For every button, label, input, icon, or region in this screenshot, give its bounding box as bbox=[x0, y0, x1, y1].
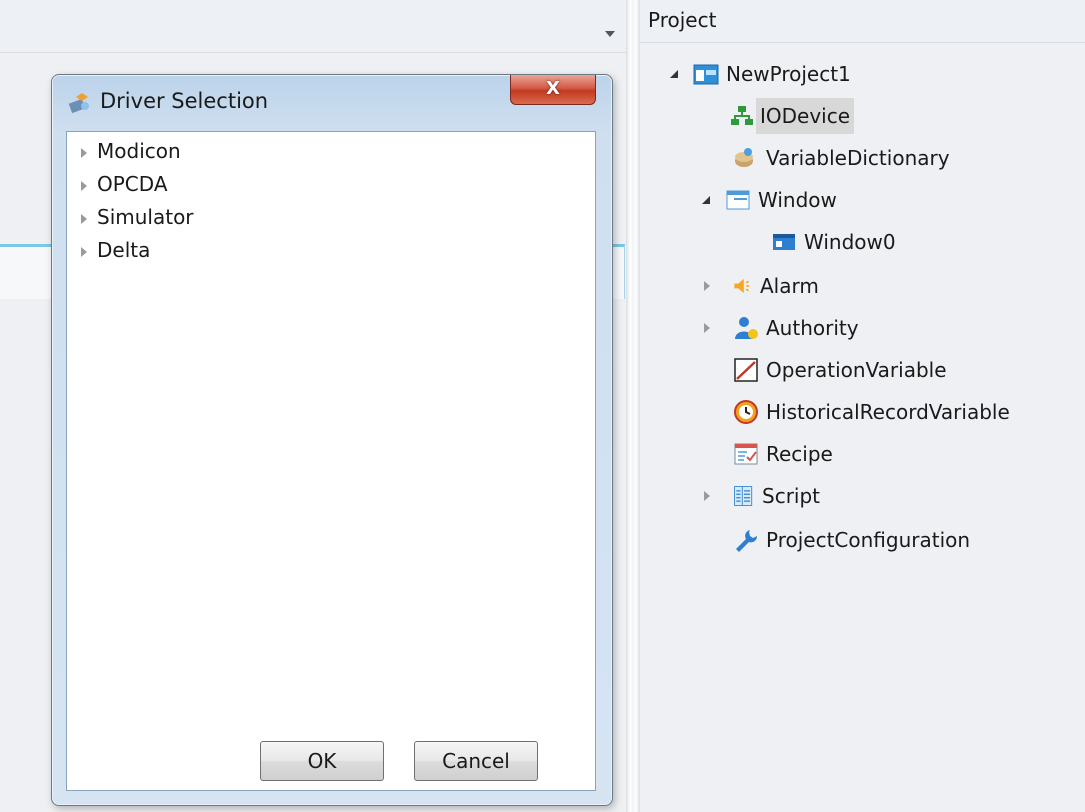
tree-item-label: VariableDictionary bbox=[766, 146, 950, 170]
project-icon bbox=[693, 64, 719, 85]
collapsed-triangle-icon[interactable] bbox=[81, 213, 87, 224]
dialog-titlebar[interactable]: Driver Selection X bbox=[52, 75, 612, 131]
historical-record-icon bbox=[734, 400, 758, 424]
driver-app-icon bbox=[68, 93, 89, 114]
tree-item-label: Script bbox=[762, 484, 821, 508]
driver-item-label: Simulator bbox=[97, 205, 194, 229]
tree-item-variabledictionary[interactable]: VariableDictionary bbox=[732, 140, 954, 176]
dialog-title: Driver Selection bbox=[100, 89, 269, 113]
tree-item-label: Recipe bbox=[766, 442, 833, 466]
tree-item-recipe[interactable]: Recipe bbox=[732, 436, 837, 472]
tree-item-newproject1[interactable]: NewProject1 bbox=[660, 56, 855, 92]
ok-button[interactable]: OK bbox=[260, 741, 384, 781]
collapsed-triangle-icon[interactable] bbox=[81, 180, 87, 191]
tree-item-iodevice[interactable]: IODevice bbox=[728, 98, 855, 134]
project-panel: Project NewProject1 IODevice VariableDic… bbox=[640, 0, 1085, 812]
script-icon bbox=[734, 486, 753, 506]
collapsed-triangle-icon[interactable] bbox=[704, 491, 710, 501]
tree-item-operationvariable[interactable]: OperationVariable bbox=[732, 352, 951, 388]
window-item-icon bbox=[773, 234, 795, 250]
driver-selection-dialog: Driver Selection X Modicon OPCDA Simulat… bbox=[51, 74, 613, 806]
tree-item-authority[interactable]: Authority bbox=[704, 310, 863, 346]
expand-triangle-icon[interactable] bbox=[702, 196, 710, 204]
wrench-icon bbox=[736, 530, 758, 552]
tree-item-window0[interactable]: Window0 bbox=[770, 224, 900, 260]
driver-item-label: Delta bbox=[97, 238, 151, 262]
window-icon bbox=[726, 190, 750, 210]
tree-item-label: Window0 bbox=[804, 230, 896, 254]
driver-item-simulator[interactable]: Simulator bbox=[81, 202, 194, 232]
tree-item-script[interactable]: Script bbox=[704, 478, 824, 514]
tree-item-label: NewProject1 bbox=[726, 62, 851, 86]
tree-item-label: Window bbox=[758, 188, 837, 212]
cancel-button[interactable]: Cancel bbox=[414, 741, 538, 781]
close-button[interactable]: X bbox=[510, 75, 596, 105]
panel-splitter[interactable] bbox=[626, 0, 640, 812]
driver-item-label: OPCDA bbox=[97, 172, 168, 196]
close-icon: X bbox=[546, 78, 560, 99]
tree-item-label: OperationVariable bbox=[766, 358, 947, 382]
io-device-icon bbox=[731, 106, 753, 125]
tree-item-historicalrecordvariable[interactable]: HistoricalRecordVariable bbox=[732, 394, 1014, 430]
driver-item-delta[interactable]: Delta bbox=[81, 235, 150, 265]
collapsed-triangle-icon[interactable] bbox=[81, 246, 87, 257]
collapsed-triangle-icon[interactable] bbox=[704, 323, 710, 333]
tree-item-label: Authority bbox=[766, 316, 859, 340]
tree-item-label: HistoricalRecordVariable bbox=[766, 400, 1010, 424]
tree-item-window[interactable]: Window bbox=[702, 182, 841, 218]
driver-tree: Modicon OPCDA Simulator Delta bbox=[66, 131, 596, 791]
tree-item-projectconfiguration[interactable]: ProjectConfiguration bbox=[732, 522, 974, 558]
driver-item-modicon[interactable]: Modicon bbox=[81, 136, 181, 166]
tree-item-label: Alarm bbox=[760, 274, 819, 298]
tree-item-label: IODevice bbox=[756, 98, 855, 134]
alarm-icon bbox=[734, 278, 750, 294]
authority-icon bbox=[735, 317, 758, 339]
collapsed-triangle-icon[interactable] bbox=[704, 281, 710, 291]
operation-variable-icon bbox=[734, 358, 758, 382]
chevron-down-icon[interactable] bbox=[600, 26, 620, 42]
expand-triangle-icon[interactable] bbox=[670, 70, 678, 78]
panel-title: Project bbox=[640, 0, 1085, 43]
tree-item-alarm[interactable]: Alarm bbox=[704, 268, 823, 304]
editor-toolbar bbox=[0, 0, 626, 53]
driver-item-opcda[interactable]: OPCDA bbox=[81, 169, 168, 199]
collapsed-triangle-icon[interactable] bbox=[81, 147, 87, 158]
tree-item-label: ProjectConfiguration bbox=[766, 528, 971, 552]
driver-item-label: Modicon bbox=[97, 139, 181, 163]
recipe-icon bbox=[734, 443, 758, 465]
variable-dictionary-icon bbox=[735, 148, 753, 167]
